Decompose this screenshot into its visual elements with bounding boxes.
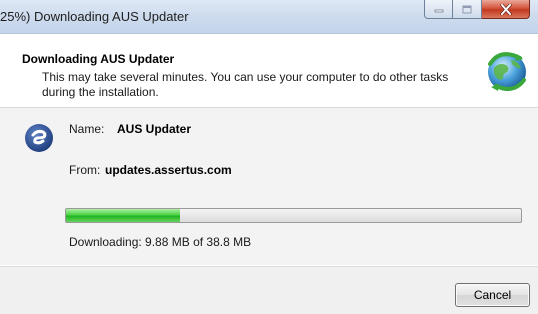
- cancel-button[interactable]: Cancel: [455, 283, 530, 307]
- progress-fill: [66, 209, 180, 222]
- maximize-button[interactable]: [453, 0, 482, 19]
- name-value: AUS Updater: [117, 122, 192, 136]
- download-progress-bar: [65, 208, 522, 223]
- footer-bar: Cancel: [0, 266, 538, 314]
- window-title: 25%) Downloading AUS Updater: [0, 9, 189, 24]
- caption-buttons: [424, 0, 530, 21]
- minimize-icon: [434, 9, 443, 13]
- title-bar: 25%) Downloading AUS Updater: [0, 0, 538, 34]
- download-status: Downloading: 9.88 MB of 38.8 MB: [69, 235, 252, 249]
- close-button[interactable]: [482, 0, 530, 19]
- maximize-icon: [462, 5, 472, 13]
- minimize-button[interactable]: [424, 0, 453, 19]
- globe-sync-icon: [488, 52, 526, 91]
- from-label: From:: [69, 163, 101, 177]
- header-panel: Downloading AUS Updater This may take se…: [0, 34, 538, 108]
- close-icon: [499, 3, 512, 15]
- header-description: This may take several minutes. You can u…: [42, 70, 449, 99]
- from-value: updates.assertus.com: [105, 163, 232, 177]
- name-label: Name:: [69, 122, 105, 136]
- app-logo-icon: [25, 124, 53, 152]
- header-title: Downloading AUS Updater: [22, 52, 175, 66]
